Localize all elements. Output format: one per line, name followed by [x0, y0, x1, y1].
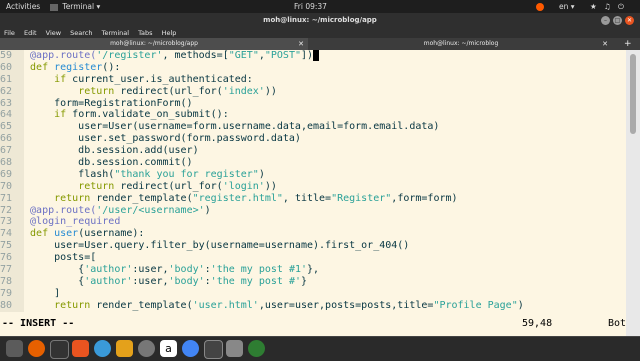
app-menu-label: Terminal ▾: [62, 2, 101, 11]
settings-icon[interactable]: [116, 340, 133, 357]
code-line: 66 user.set_password(form.password.data): [0, 133, 301, 146]
help-icon[interactable]: [94, 340, 111, 357]
dock: a: [0, 336, 640, 361]
language-selector[interactable]: en ▾: [559, 0, 575, 13]
code-line: 78 {'author':user,'body':'the my post #'…: [0, 275, 308, 288]
app-menu[interactable]: Terminal ▾: [50, 0, 100, 13]
close-tab-icon[interactable]: ✕: [602, 38, 608, 50]
code-line: 72 @app.route('/user/<username>'): [0, 204, 211, 217]
code-line: 60 def register():: [0, 61, 121, 74]
terminal-editor[interactable]: 59 @app.route('/register', methods=["GET…: [0, 50, 626, 336]
firefox-icon[interactable]: [28, 340, 45, 357]
menu-tabs[interactable]: Tabs: [138, 29, 152, 37]
code-line: 64 if form.validate_on_submit():: [0, 109, 229, 122]
text-cursor: [313, 50, 320, 61]
code-line: 61 if current_user.is_authenticated:: [0, 73, 253, 86]
close-icon[interactable]: ✕: [625, 16, 634, 25]
code-line: 59 @app.route('/register', methods=["GET…: [0, 50, 626, 62]
code-line: 80 return render_template('user.html',us…: [0, 299, 524, 312]
window-title: moh@linux: ~/microblog/app: [263, 16, 377, 24]
code-line: 73 @login_required: [0, 216, 121, 229]
other-app-icon[interactable]: [248, 340, 265, 357]
vim-status-line: -- INSERT -- 59,48 Bot: [0, 318, 626, 330]
clock[interactable]: Fri 09:37: [294, 0, 327, 13]
accessibility-icon[interactable]: ★: [590, 0, 597, 13]
files-icon[interactable]: [6, 340, 23, 357]
tab-app[interactable]: moh@linux: ~/microblog/app ✕: [0, 38, 308, 50]
menu-terminal[interactable]: Terminal: [102, 29, 129, 37]
top-panel: Activities Terminal ▾ Fri 09:37 en ▾ ★ ♫…: [0, 0, 640, 13]
tab-microblog-label: moh@linux: ~/microblog: [423, 40, 499, 47]
code-line: 74 def user(username):: [0, 228, 145, 241]
menu-file[interactable]: File: [4, 29, 15, 37]
menu-bar: File Edit View Search Terminal Tabs Help: [0, 28, 640, 38]
screenshot-icon[interactable]: [226, 340, 243, 357]
code-line: 65 user=User(username=form.username.data…: [0, 121, 440, 134]
chrome-icon[interactable]: [182, 340, 199, 357]
code-line: 76 posts=[: [0, 252, 97, 265]
minimize-icon[interactable]: –: [601, 16, 610, 25]
power-icon[interactable]: ⏻: [618, 0, 624, 13]
tab-app-label: moh@linux: ~/microblog/app: [110, 40, 198, 47]
terminal-scrollbar[interactable]: [626, 50, 640, 336]
menu-view[interactable]: View: [46, 29, 61, 37]
code-line: 69 flash("thank you for register"): [0, 168, 265, 181]
amazon-icon[interactable]: a: [160, 340, 177, 357]
terminal-icon[interactable]: [50, 340, 69, 359]
code-line: 75 user=User.query.filter_by(username=us…: [0, 240, 410, 253]
scroll-position: Bot: [608, 318, 627, 329]
settings-gear-icon[interactable]: [138, 340, 155, 357]
close-tab-icon[interactable]: ✕: [298, 38, 304, 50]
code-line: 63 form=RegistrationForm(): [0, 97, 193, 110]
tab-bar: moh@linux: ~/microblog/app ✕ moh@linux: …: [0, 38, 640, 50]
software-icon[interactable]: [72, 340, 89, 357]
menu-edit[interactable]: Edit: [24, 29, 37, 37]
terminal-active-icon[interactable]: [204, 340, 223, 359]
activities-button[interactable]: Activities: [6, 0, 40, 13]
code-line: 77 {'author':user,'body':'the my post #1…: [0, 264, 320, 276]
volume-icon[interactable]: ♫: [604, 0, 611, 13]
window-title-bar[interactable]: moh@linux: ~/microblog/app – □ ✕: [0, 13, 640, 28]
scroll-thumb[interactable]: [630, 54, 636, 134]
terminal-icon: [50, 3, 58, 11]
code-line: 67 db.session.add(user): [0, 145, 199, 158]
vim-mode: -- INSERT --: [2, 318, 75, 329]
menu-help[interactable]: Help: [162, 29, 177, 37]
code-line: 62 return redirect(url_for('index')): [0, 85, 277, 98]
menu-search[interactable]: Search: [70, 29, 92, 37]
code-line: 70 return redirect(url_for('login')): [0, 180, 277, 193]
tab-microblog[interactable]: moh@linux: ~/microblog ✕: [310, 38, 612, 50]
maximize-icon[interactable]: □: [613, 16, 622, 25]
cursor-position: 59,48: [522, 318, 553, 329]
code-line: 68 db.session.commit(): [0, 157, 193, 169]
new-tab-icon[interactable]: +: [624, 38, 632, 50]
code-line: 71 return render_template("register.html…: [0, 192, 458, 205]
network-icon[interactable]: [536, 0, 544, 13]
code-line: 79 ]: [0, 287, 61, 300]
